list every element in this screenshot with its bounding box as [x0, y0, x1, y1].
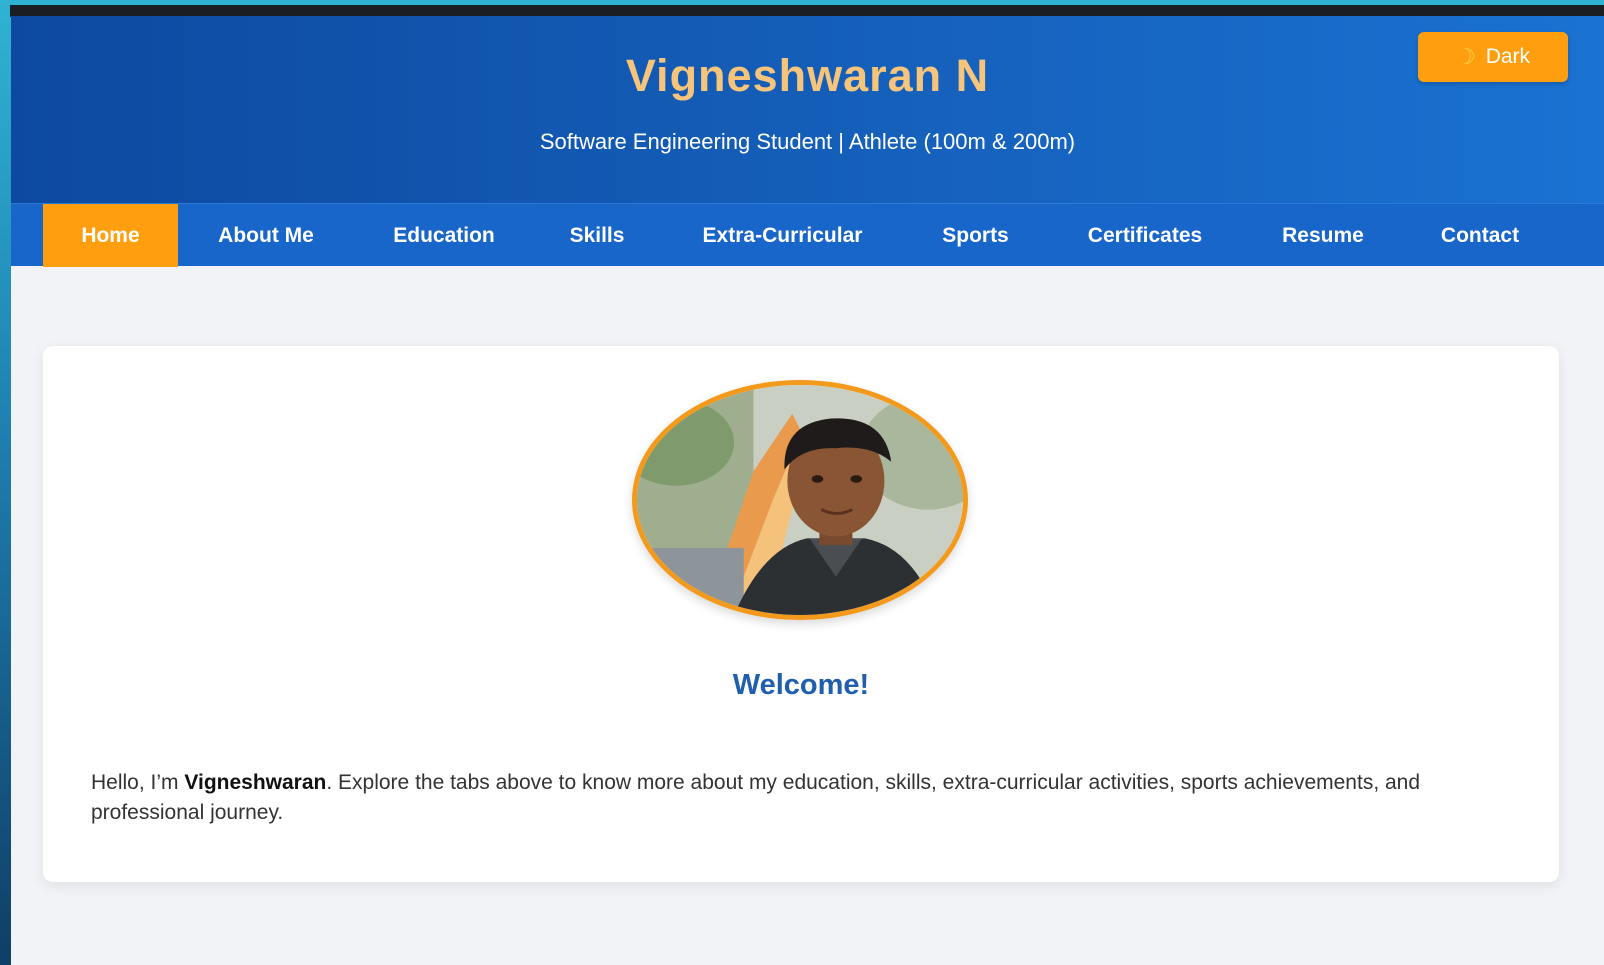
welcome-heading: Welcome!: [732, 669, 870, 701]
nav-item-contact[interactable]: Contact: [1402, 204, 1558, 267]
site-header: Vigneshwaran N Software Engineering Stud…: [11, 16, 1604, 208]
nav-item-label: Education: [393, 223, 495, 247]
intro-prefix: Hello, I’m: [91, 771, 185, 794]
nav-item-label: Certificates: [1087, 223, 1203, 247]
nav-item-certificates[interactable]: Certificates: [1046, 204, 1244, 267]
nav-item-label: Resume: [1282, 223, 1364, 247]
nav-item-about-me[interactable]: About Me: [178, 204, 354, 267]
dark-mode-label: Dark: [1485, 45, 1531, 68]
site-subtitle: Software Engineering Student | Athlete (…: [539, 129, 1076, 154]
portfolio-page: Vigneshwaran N Software Engineering Stud…: [11, 16, 1604, 965]
nav-item-label: Extra-Curricular: [702, 223, 863, 247]
profile-photo-illustration: [637, 385, 963, 615]
moon-icon: ☽: [1455, 44, 1476, 69]
nav-item-label: About Me: [218, 223, 314, 247]
window-background: Vigneshwaran N Software Engineering Stud…: [0, 0, 1604, 965]
nav-item-resume[interactable]: Resume: [1244, 204, 1402, 267]
site-title: Vigneshwaran N: [625, 50, 990, 101]
nav-item-sports[interactable]: Sports: [905, 204, 1046, 267]
nav-item-extra-curricular[interactable]: Extra-Curricular: [660, 204, 905, 267]
nav-item-skills[interactable]: Skills: [534, 204, 660, 267]
intro-paragraph: Hello, I’m Vigneshwaran. Explore the tab…: [91, 768, 1521, 828]
main-navigation: Home About Me Education Skills Extra-Cur…: [11, 203, 1604, 267]
nav-item-label: Home: [81, 223, 140, 247]
nav-item-label: Sports: [942, 223, 1009, 247]
welcome-card: Welcome! Hello, I’m Vigneshwaran. Explor…: [43, 346, 1559, 882]
dark-mode-toggle-button[interactable]: ☽ Dark: [1418, 32, 1568, 82]
nav-item-label: Contact: [1440, 223, 1520, 247]
profile-photo: [632, 380, 968, 620]
intro-name: Vigneshwaran: [184, 771, 327, 794]
nav-item-home[interactable]: Home: [43, 204, 178, 267]
nav-item-label: Skills: [569, 223, 625, 247]
nav-item-education[interactable]: Education: [354, 204, 534, 267]
